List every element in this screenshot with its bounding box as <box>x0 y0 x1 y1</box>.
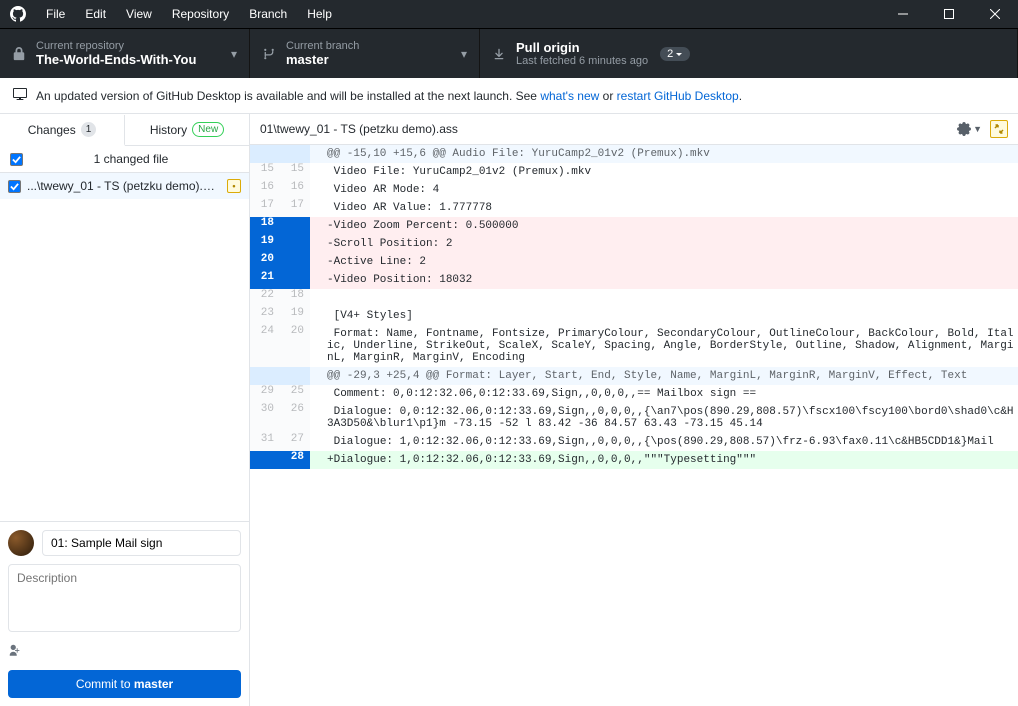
github-logo-icon <box>0 6 36 22</box>
desktop-icon <box>12 86 28 105</box>
diff-filename: 01\twewy_01 - TS (petzku demo).ass <box>260 122 458 136</box>
modified-icon: • <box>227 179 241 193</box>
diff-line: 19-Scroll Position: 2 <box>250 235 1018 253</box>
commit-summary-input[interactable] <box>42 530 241 556</box>
diff-line: 1515 Video File: YuruCamp2_01v2 (Premux)… <box>250 163 1018 181</box>
download-icon <box>492 47 506 61</box>
tab-history[interactable]: History New <box>125 114 249 145</box>
diff-line: @@ -15,10 +15,6 @@ Audio File: YuruCamp2… <box>250 145 1018 163</box>
branch-label: Current branch <box>286 40 359 52</box>
pull-badge: 2 <box>660 47 690 61</box>
notice-text: An updated version of GitHub Desktop is … <box>36 89 742 103</box>
close-button[interactable] <box>972 0 1018 28</box>
diff-line: 18-Video Zoom Percent: 0.500000 <box>250 217 1018 235</box>
whats-new-link[interactable]: what's new <box>540 89 599 103</box>
diff-line: 28+Dialogue: 1,0:12:32.06,0:12:33.69,Sig… <box>250 451 1018 469</box>
minimize-button[interactable] <box>880 0 926 28</box>
repo-selector[interactable]: Current repository The-World-Ends-With-Y… <box>0 29 250 78</box>
menu-branch[interactable]: Branch <box>239 0 297 28</box>
diff-line: 2925 Comment: 0,0:12:32.06,0:12:33.69,Si… <box>250 385 1018 403</box>
avatar <box>8 530 34 556</box>
diff-line: 21-Video Position: 18032 <box>250 271 1018 289</box>
menubar: FileEditViewRepositoryBranchHelp <box>36 0 342 28</box>
menu-file[interactable]: File <box>36 0 75 28</box>
diff-panel: 01\twewy_01 - TS (petzku demo).ass ▼ @@ … <box>250 114 1018 706</box>
pull-button[interactable]: Pull origin Last fetched 6 minutes ago 2 <box>480 29 1018 78</box>
diff-line: 3026 Dialogue: 0,0:12:32.06,0:12:33.69,S… <box>250 403 1018 433</box>
filelist-header: 1 changed file <box>0 146 249 173</box>
toolbar: Current repository The-World-Ends-With-Y… <box>0 28 1018 78</box>
pull-label: Pull origin <box>516 40 648 55</box>
lock-icon <box>12 47 26 61</box>
commit-form: Commit to master <box>0 521 249 706</box>
window-controls <box>880 0 1018 28</box>
diff-line: 20-Active Line: 2 <box>250 253 1018 271</box>
select-all-checkbox[interactable] <box>10 153 23 166</box>
changes-count-badge: 1 <box>81 122 97 137</box>
repo-name: The-World-Ends-With-You <box>36 52 196 67</box>
commit-button[interactable]: Commit to master <box>8 670 241 698</box>
branch-icon <box>262 47 276 61</box>
diff-settings-button[interactable]: ▼ <box>957 122 982 136</box>
restart-link[interactable]: restart GitHub Desktop <box>617 89 739 103</box>
file-path: ...\twewy_01 - TS (petzku demo).ass <box>27 179 221 193</box>
repo-label: Current repository <box>36 40 196 52</box>
chevron-down-icon: ▾ <box>231 47 237 61</box>
branch-name: master <box>286 52 359 67</box>
diff-line: 2319 [V4+ Styles] <box>250 307 1018 325</box>
file-checkbox[interactable] <box>8 180 21 193</box>
add-coauthor-button[interactable] <box>8 643 241 660</box>
diff-line: 2218 <box>250 289 1018 307</box>
diff-line: 3127 Dialogue: 1,0:12:32.06,0:12:33.69,S… <box>250 433 1018 451</box>
commit-description-input[interactable] <box>8 564 241 632</box>
menu-help[interactable]: Help <box>297 0 342 28</box>
diff-line: 1717 Video AR Value: 1.777778 <box>250 199 1018 217</box>
expand-diff-button[interactable] <box>990 120 1008 138</box>
sidebar: Changes 1 History New 1 changed file ...… <box>0 114 250 706</box>
file-row[interactable]: ...\twewy_01 - TS (petzku demo).ass • <box>0 173 249 199</box>
tab-changes[interactable]: Changes 1 <box>0 115 125 146</box>
titlebar: FileEditViewRepositoryBranchHelp <box>0 0 1018 28</box>
menu-edit[interactable]: Edit <box>75 0 116 28</box>
menu-view[interactable]: View <box>116 0 162 28</box>
update-notice: An updated version of GitHub Desktop is … <box>0 78 1018 114</box>
diff-line: 2420 Format: Name, Fontname, Fontsize, P… <box>250 325 1018 367</box>
maximize-button[interactable] <box>926 0 972 28</box>
filelist-count: 1 changed file <box>23 152 239 166</box>
pull-sub: Last fetched 6 minutes ago <box>516 55 648 67</box>
diff-body[interactable]: @@ -15,10 +15,6 @@ Audio File: YuruCamp2… <box>250 145 1018 706</box>
new-badge: New <box>192 122 224 137</box>
diff-line: @@ -29,3 +25,4 @@ Format: Layer, Start, … <box>250 367 1018 385</box>
branch-selector[interactable]: Current branch master ▾ <box>250 29 480 78</box>
menu-repository[interactable]: Repository <box>162 0 239 28</box>
diff-line: 1616 Video AR Mode: 4 <box>250 181 1018 199</box>
chevron-down-icon: ▾ <box>461 47 467 61</box>
